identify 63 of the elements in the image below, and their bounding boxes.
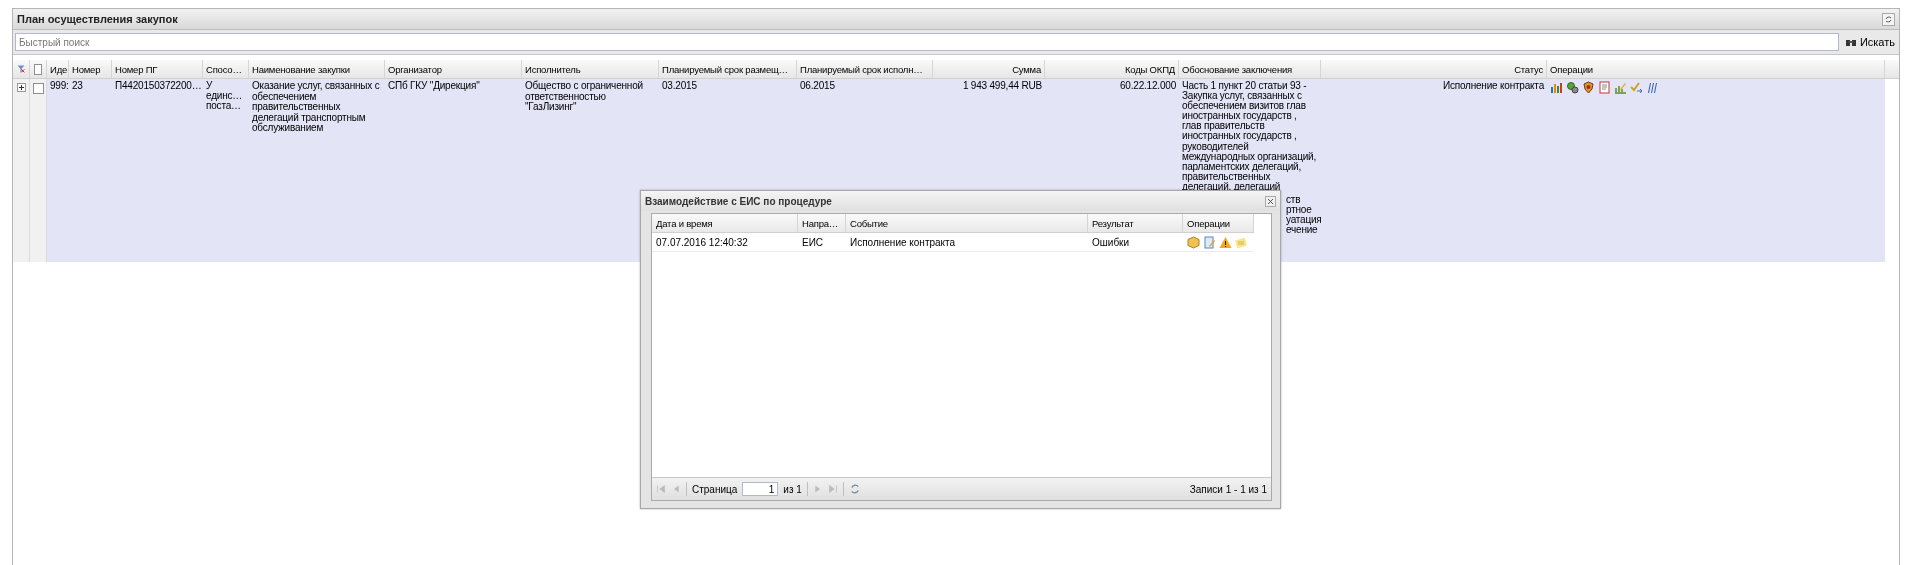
table-cell: 06.2015 [800,80,835,91]
column-header[interactable]: Операции [1187,217,1230,229]
table-cell-text: 07.07.2016 12:40:32 [655,236,749,248]
table-cell: Исполнение контракта [1442,80,1544,91]
warning-icon[interactable] [1219,235,1232,249]
close-button[interactable] [1265,195,1276,207]
table-cell: У единс… поста… [206,81,243,112]
row-checkbox[interactable] [32,83,44,94]
table-cell: Часть 1 пункт 20 статьи 93 - Закупка услуг, связанных с обеспечением визитов глав иностранных государств , глав правительств иностранных государств , руководителей международных организаций, парламентских делегаций, правительственных делегаций, делегаций [1182,81,1316,193]
table-cell: 999: [50,80,69,91]
check-arrow-icon[interactable] [1630,81,1643,94]
table-cell-text: Ошибки [1091,236,1131,248]
last-page-icon[interactable] [827,484,838,494]
column-header[interactable]: Планируемый срок исполн… [800,63,923,75]
refresh-icon[interactable] [1882,12,1895,26]
first-page-icon[interactable] [656,484,666,494]
column-header[interactable]: Номер ПГ [115,63,158,75]
column-header[interactable]: Планируемый срок размещ… [662,63,788,75]
column-header[interactable]: Результат [1092,217,1134,229]
bar-chart-icon[interactable] [1550,81,1563,94]
table-cell: СПб ГКУ "Дирекция" [388,80,480,91]
column-header[interactable]: Статус [1514,63,1543,75]
document-icon[interactable] [1598,81,1611,94]
panel-title: План осуществления закупок [17,13,178,25]
column-header[interactable]: Исполнитель [525,63,581,75]
column-header[interactable]: Напра… [802,217,839,229]
table-cell: 1 943 499,44 RUB [962,80,1042,91]
page-field[interactable]: 1 [742,482,779,496]
binders-icon[interactable] [1646,81,1659,94]
column-header[interactable]: Операции [1550,63,1593,75]
table-cell: ств ртное уатация ечение [1286,195,1322,236]
column-header[interactable]: Спосо… [206,63,242,75]
records-summary: Записи 1 - 1 из 1 [1189,483,1267,495]
table-cell-text: Исполнение контракта [849,236,957,248]
page-count: из 1 [783,483,802,495]
column-header[interactable]: Событие [850,217,888,229]
column-header[interactable]: Организатор [388,63,442,75]
table-cell: Оказание услуг, связанных с обеспечением правительственных делегаций транспортным обслуживанием [252,80,380,133]
table-cell: Общество с ограниченной ответственностью "ГазЛизинг" [525,80,643,112]
column-header[interactable]: Наименование закупки [252,63,350,75]
search-field[interactable]: Быстрый поиск [15,33,1839,51]
binoculars-icon [1844,37,1857,47]
expand-icon[interactable] [16,83,26,92]
chart-pencil-icon[interactable] [1614,81,1627,94]
table-cell: 23 [72,80,83,91]
clear-filter-icon[interactable] [17,63,25,75]
box-icon[interactable] [1187,235,1200,249]
table-cell-text: ЕИС [801,236,825,248]
table-cell: 03.2015 [662,80,697,91]
emblem-icon[interactable] [1582,81,1595,94]
column-header[interactable]: Коды ОКПД [1125,63,1175,75]
dialog-title: Взаимодействие с ЕИС по процедуре [645,195,832,207]
column-header[interactable]: Иде [50,63,68,75]
table-cell: П4420150372200… [115,80,202,91]
column-header[interactable]: Обоснование заключения [1182,63,1292,75]
column-header[interactable]: Номер [72,63,101,75]
search-button[interactable]: Искать [1842,36,1897,48]
select-all-checkbox[interactable] [34,63,42,75]
table-cell: 60.22.12.000 [1120,80,1176,91]
column-header[interactable]: Сумма [1012,63,1041,75]
page-label: Страница [692,483,738,495]
refresh-icon[interactable] [848,483,861,495]
column-header[interactable]: Дата и время [656,217,713,229]
